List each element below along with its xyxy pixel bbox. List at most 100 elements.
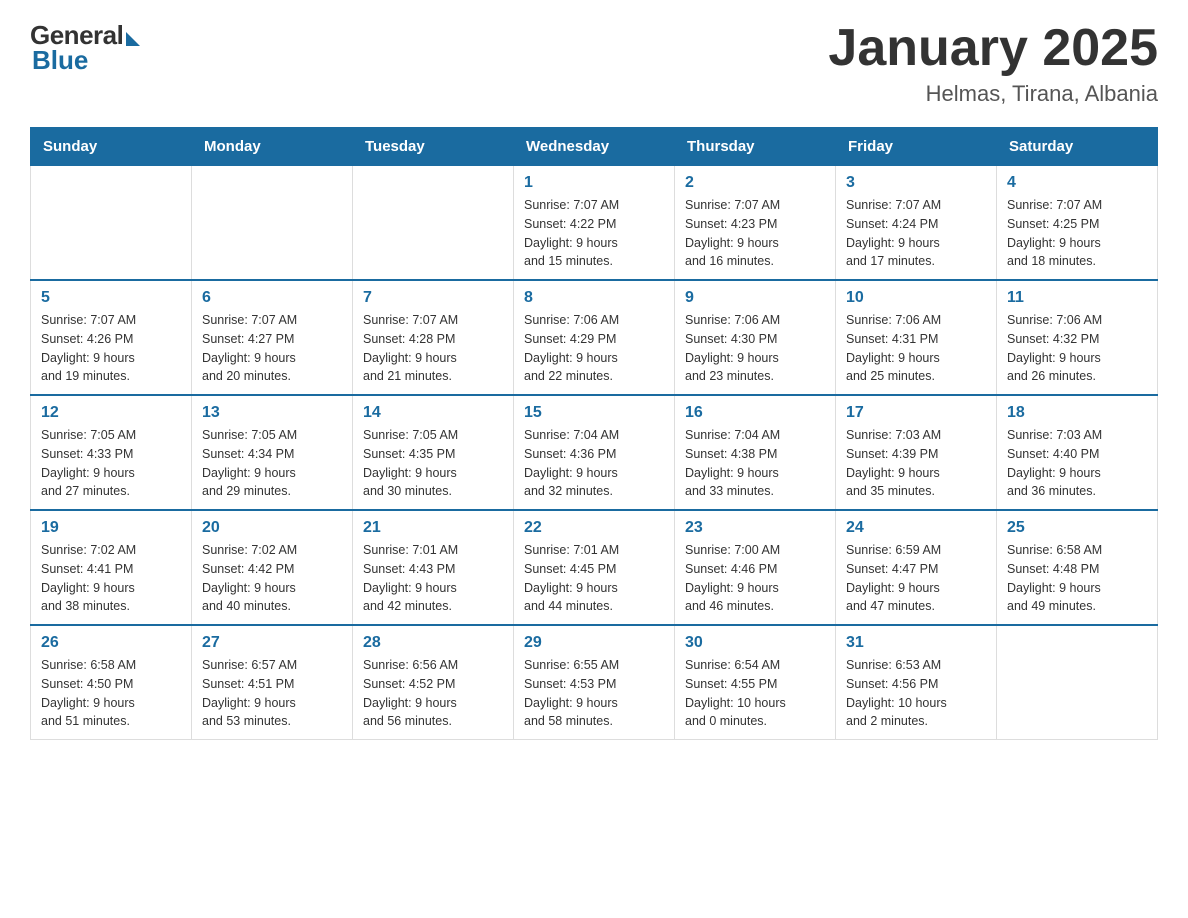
table-row: [192, 166, 353, 281]
day-info: Sunrise: 7:01 AM Sunset: 4:45 PM Dayligh…: [524, 541, 664, 616]
day-number: 18: [1007, 404, 1147, 422]
table-row: 10 Sunrise: 7:06 AM Sunset: 4:31 PM Dayli…: [836, 280, 997, 395]
day-number: 5: [41, 289, 181, 307]
day-number: 22: [524, 519, 664, 537]
month-title: January 2025: [828, 20, 1158, 77]
table-row: 27Sunrise: 6:57 AM Sunset: 4:51 PM Dayli…: [192, 625, 353, 740]
table-row: 16 Sunrise: 7:04 AM Sunset: 4:38 PM Dayli…: [675, 395, 836, 510]
table-row: 23 Sunrise: 7:00 AM Sunset: 4:46 PM Dayli…: [675, 510, 836, 625]
day-number: 8: [524, 289, 664, 307]
day-number: 28: [363, 634, 503, 652]
day-info: Sunrise: 7:00 AM Sunset: 4:46 PM Dayligh…: [685, 541, 825, 616]
day-number: 9: [685, 289, 825, 307]
day-number: 17: [846, 404, 986, 422]
day-number: 30: [685, 634, 825, 652]
day-number: 7: [363, 289, 503, 307]
day-number: 23: [685, 519, 825, 537]
day-info: Sunrise: 7:04 AM Sunset: 4:38 PM Dayligh…: [685, 426, 825, 501]
day-info: Sunrise: 6:54 AM Sunset: 4:55 PM Dayligh…: [685, 656, 825, 731]
calendar-week-row: 12 Sunrise: 7:05 AM Sunset: 4:33 PM Dayli…: [31, 395, 1158, 510]
day-info: Sunrise: 7:07 AM Sunset: 4:23 PM Dayligh…: [685, 196, 825, 271]
day-info: Sunrise: 7:07 AM Sunset: 4:24 PM Dayligh…: [846, 196, 986, 271]
day-info: Sunrise: 7:05 AM Sunset: 4:35 PM Dayligh…: [363, 426, 503, 501]
day-number: 16: [685, 404, 825, 422]
day-info: Sunrise: 7:02 AM Sunset: 4:41 PM Dayligh…: [41, 541, 181, 616]
table-row: 25 Sunrise: 6:58 AM Sunset: 4:48 PM Dayli…: [997, 510, 1158, 625]
col-thursday: Thursday: [675, 128, 836, 166]
table-row: 19 Sunrise: 7:02 AM Sunset: 4:41 PM Dayli…: [31, 510, 192, 625]
table-row: 18Sunrise: 7:03 AM Sunset: 4:40 PM Dayli…: [997, 395, 1158, 510]
calendar-week-row: 5 Sunrise: 7:07 AM Sunset: 4:26 PM Daylig…: [31, 280, 1158, 395]
day-info: Sunrise: 7:04 AM Sunset: 4:36 PM Dayligh…: [524, 426, 664, 501]
col-wednesday: Wednesday: [514, 128, 675, 166]
day-number: 6: [202, 289, 342, 307]
logo-blue-text: Blue: [32, 45, 88, 76]
day-info: Sunrise: 7:07 AM Sunset: 4:27 PM Dayligh…: [202, 311, 342, 386]
day-number: 1: [524, 174, 664, 192]
day-number: 19: [41, 519, 181, 537]
day-info: Sunrise: 6:56 AM Sunset: 4:52 PM Dayligh…: [363, 656, 503, 731]
day-number: 24: [846, 519, 986, 537]
day-number: 25: [1007, 519, 1147, 537]
day-number: 29: [524, 634, 664, 652]
day-info: Sunrise: 7:01 AM Sunset: 4:43 PM Dayligh…: [363, 541, 503, 616]
table-row: 24 Sunrise: 6:59 AM Sunset: 4:47 PM Dayli…: [836, 510, 997, 625]
day-info: Sunrise: 7:07 AM Sunset: 4:26 PM Dayligh…: [41, 311, 181, 386]
table-row: 5 Sunrise: 7:07 AM Sunset: 4:26 PM Daylig…: [31, 280, 192, 395]
day-number: 13: [202, 404, 342, 422]
table-row: 3Sunrise: 7:07 AM Sunset: 4:24 PM Daylig…: [836, 166, 997, 281]
day-info: Sunrise: 7:05 AM Sunset: 4:33 PM Dayligh…: [41, 426, 181, 501]
table-row: 13 Sunrise: 7:05 AM Sunset: 4:34 PM Dayli…: [192, 395, 353, 510]
day-info: Sunrise: 7:07 AM Sunset: 4:25 PM Dayligh…: [1007, 196, 1147, 271]
day-info: Sunrise: 6:58 AM Sunset: 4:50 PM Dayligh…: [41, 656, 181, 731]
table-row: 15 Sunrise: 7:04 AM Sunset: 4:36 PM Dayli…: [514, 395, 675, 510]
table-row: [353, 166, 514, 281]
day-number: 10: [846, 289, 986, 307]
table-row: 14Sunrise: 7:05 AM Sunset: 4:35 PM Dayli…: [353, 395, 514, 510]
day-number: 20: [202, 519, 342, 537]
day-info: Sunrise: 6:55 AM Sunset: 4:53 PM Dayligh…: [524, 656, 664, 731]
table-row: 12 Sunrise: 7:05 AM Sunset: 4:33 PM Dayli…: [31, 395, 192, 510]
col-friday: Friday: [836, 128, 997, 166]
col-saturday: Saturday: [997, 128, 1158, 166]
day-number: 31: [846, 634, 986, 652]
table-row: 6 Sunrise: 7:07 AM Sunset: 4:27 PM Daylig…: [192, 280, 353, 395]
page-header: General Blue January 2025 Helmas, Tirana…: [30, 20, 1158, 107]
table-row: [997, 625, 1158, 740]
day-number: 4: [1007, 174, 1147, 192]
table-row: 28 Sunrise: 6:56 AM Sunset: 4:52 PM Dayli…: [353, 625, 514, 740]
table-row: 4 Sunrise: 7:07 AM Sunset: 4:25 PM Daylig…: [997, 166, 1158, 281]
logo: General Blue: [30, 20, 140, 76]
day-info: Sunrise: 7:05 AM Sunset: 4:34 PM Dayligh…: [202, 426, 342, 501]
day-info: Sunrise: 7:03 AM Sunset: 4:39 PM Dayligh…: [846, 426, 986, 501]
day-info: Sunrise: 7:07 AM Sunset: 4:22 PM Dayligh…: [524, 196, 664, 271]
table-row: 2Sunrise: 7:07 AM Sunset: 4:23 PM Daylig…: [675, 166, 836, 281]
col-monday: Monday: [192, 128, 353, 166]
day-info: Sunrise: 7:07 AM Sunset: 4:28 PM Dayligh…: [363, 311, 503, 386]
table-row: 9Sunrise: 7:06 AM Sunset: 4:30 PM Daylig…: [675, 280, 836, 395]
day-number: 12: [41, 404, 181, 422]
location-label: Helmas, Tirana, Albania: [828, 81, 1158, 107]
day-info: Sunrise: 7:06 AM Sunset: 4:31 PM Dayligh…: [846, 311, 986, 386]
day-number: 15: [524, 404, 664, 422]
table-row: [31, 166, 192, 281]
table-row: 8 Sunrise: 7:06 AM Sunset: 4:29 PM Daylig…: [514, 280, 675, 395]
table-row: 29 Sunrise: 6:55 AM Sunset: 4:53 PM Dayli…: [514, 625, 675, 740]
calendar-table: Sunday Monday Tuesday Wednesday Thursday…: [30, 127, 1158, 740]
calendar-week-row: 26 Sunrise: 6:58 AM Sunset: 4:50 PM Dayli…: [31, 625, 1158, 740]
table-row: 22 Sunrise: 7:01 AM Sunset: 4:45 PM Dayli…: [514, 510, 675, 625]
day-number: 27: [202, 634, 342, 652]
day-info: Sunrise: 7:06 AM Sunset: 4:29 PM Dayligh…: [524, 311, 664, 386]
table-row: 20 Sunrise: 7:02 AM Sunset: 4:42 PM Dayli…: [192, 510, 353, 625]
title-section: January 2025 Helmas, Tirana, Albania: [828, 20, 1158, 107]
day-info: Sunrise: 7:06 AM Sunset: 4:32 PM Dayligh…: [1007, 311, 1147, 386]
table-row: 11Sunrise: 7:06 AM Sunset: 4:32 PM Dayli…: [997, 280, 1158, 395]
col-tuesday: Tuesday: [353, 128, 514, 166]
day-number: 26: [41, 634, 181, 652]
logo-arrow-icon: [126, 32, 140, 46]
day-info: Sunrise: 6:59 AM Sunset: 4:47 PM Dayligh…: [846, 541, 986, 616]
day-info: Sunrise: 6:58 AM Sunset: 4:48 PM Dayligh…: [1007, 541, 1147, 616]
table-row: 21 Sunrise: 7:01 AM Sunset: 4:43 PM Dayli…: [353, 510, 514, 625]
day-info: Sunrise: 7:02 AM Sunset: 4:42 PM Dayligh…: [202, 541, 342, 616]
day-number: 21: [363, 519, 503, 537]
